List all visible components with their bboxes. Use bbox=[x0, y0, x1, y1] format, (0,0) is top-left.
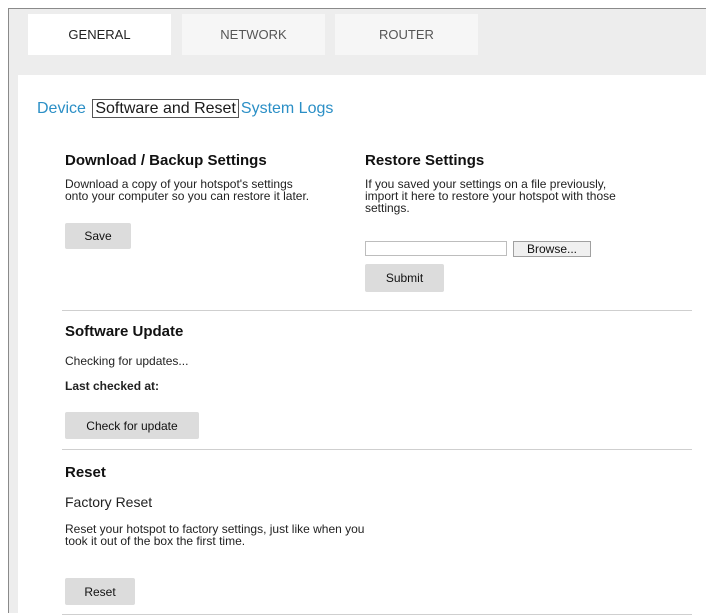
general-panel: Device Software and Reset System Logs Dow… bbox=[18, 75, 706, 615]
tab-general[interactable]: GENERAL bbox=[28, 14, 171, 55]
last-checked-label: Last checked at: bbox=[65, 379, 160, 393]
update-status-text: Checking for updates... bbox=[65, 354, 189, 368]
tab-router[interactable]: ROUTER bbox=[335, 14, 478, 55]
subnav-software-reset-current[interactable]: Software and Reset bbox=[92, 99, 239, 118]
submit-button[interactable]: Submit bbox=[365, 264, 444, 292]
restore-settings-description: If you saved your settings on a file pre… bbox=[365, 177, 616, 215]
subnav-system-logs-link[interactable]: System Logs bbox=[241, 100, 333, 117]
tab-network[interactable]: NETWORK bbox=[182, 14, 325, 55]
settings-frame: GENERAL NETWORK ROUTER Device Software a… bbox=[8, 8, 706, 615]
sub-navigation: Device Software and Reset System Logs bbox=[37, 99, 333, 118]
check-for-update-button[interactable]: Check for update bbox=[65, 412, 199, 439]
reset-description: Reset your hotspot to factory settings, … bbox=[65, 522, 365, 548]
software-update-title: Software Update bbox=[65, 323, 184, 340]
subnav-device-link[interactable]: Device bbox=[37, 100, 86, 117]
browse-button[interactable]: Browse... bbox=[513, 241, 591, 257]
download-backup-description: Download a copy of your hotspot's settin… bbox=[65, 177, 310, 203]
reset-button[interactable]: Reset bbox=[65, 578, 135, 605]
divider-2 bbox=[62, 449, 692, 450]
reset-title: Reset bbox=[65, 464, 106, 481]
download-backup-title: Download / Backup Settings bbox=[65, 152, 267, 169]
save-button[interactable]: Save bbox=[65, 223, 131, 249]
restore-file-field[interactable] bbox=[365, 241, 507, 256]
divider-1 bbox=[62, 310, 692, 311]
factory-reset-subtitle: Factory Reset bbox=[65, 494, 153, 510]
restore-settings-title: Restore Settings bbox=[365, 152, 485, 169]
